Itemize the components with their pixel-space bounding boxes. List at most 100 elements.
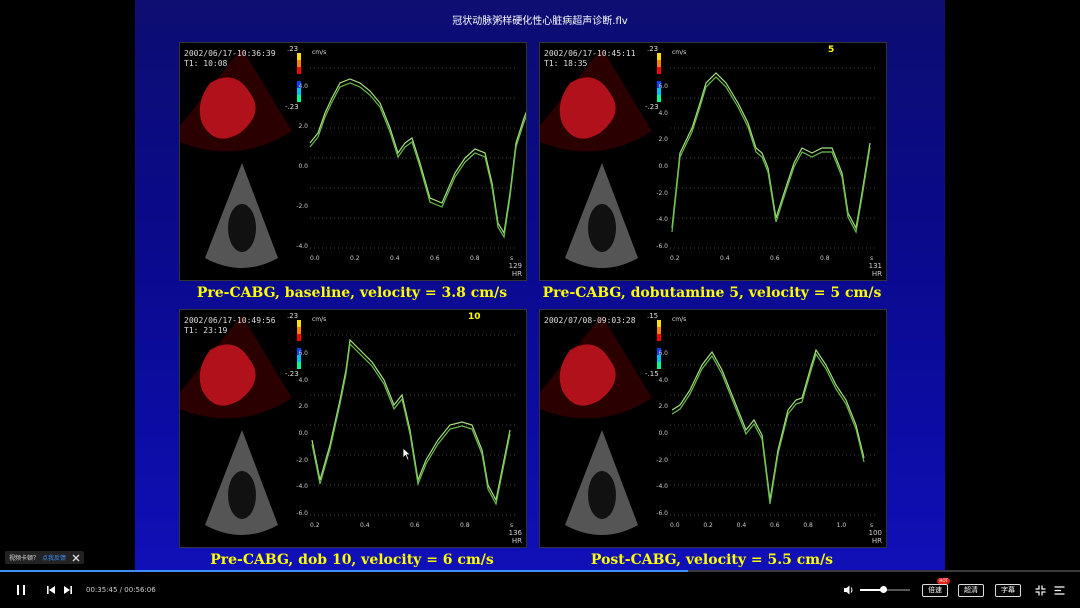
color-scale-segment	[657, 341, 661, 348]
mouse-cursor	[402, 447, 412, 461]
speed-label: 倍速	[922, 583, 948, 597]
color-scale-segment	[657, 327, 661, 334]
heart-rate-value: 136	[508, 529, 522, 537]
x-tick-label: 0.2	[670, 255, 680, 262]
heart-rate: 100 HR	[869, 529, 882, 545]
color-scale-segment	[297, 334, 301, 341]
color-scale-segment	[657, 53, 661, 60]
heart-rate-value: 129	[508, 262, 522, 270]
x-tick-label: 0.6	[770, 522, 780, 529]
pause-icon	[17, 585, 25, 595]
timestamp: 2002/06/17-10:49:56 T1: 23:19	[184, 316, 276, 335]
color-scale-segment	[657, 334, 661, 341]
x-tick-label: 0.8	[820, 255, 830, 262]
y-tick-label: -2.0	[296, 456, 308, 464]
velocity-trace	[311, 338, 511, 502]
subtitle-label: 字幕	[995, 583, 1021, 597]
current-time: 00:35:45	[86, 586, 118, 594]
scale-top-label: .23	[647, 45, 659, 53]
fullscreen-exit-button[interactable]	[1032, 572, 1048, 608]
ventricle-cavity	[588, 204, 616, 252]
heart-rate-unit: HR	[511, 270, 522, 278]
y-tick-label: 0.0	[298, 430, 308, 437]
previous-button[interactable]	[44, 572, 58, 608]
video-viewport[interactable]: 冠状动脉粥样硬化性心脏病超声诊断.flv 2002/06/17-10:36:39…	[0, 0, 1080, 570]
subtitle-button[interactable]: 字幕	[993, 572, 1023, 608]
ventricle-cavity	[588, 471, 616, 519]
y-tick-label: -2.0	[656, 189, 668, 197]
color-scale-segment	[657, 95, 661, 102]
speed-button[interactable]: 倍速 HOT	[920, 572, 950, 608]
y-tick-label: 4.0	[298, 83, 308, 90]
x-tick-label: 0.8	[803, 522, 813, 529]
color-scale-segment	[297, 327, 301, 334]
y-tick-label: -6.0	[656, 243, 668, 250]
color-scale-segment	[297, 341, 301, 348]
unit-label: cm/s	[312, 316, 327, 323]
stage-label: 5	[828, 45, 835, 55]
x-tick-label: 0.2	[350, 255, 360, 262]
timestamp: 2002/06/17-10:45:11 T1: 18:35	[544, 49, 636, 68]
timestamp: 2002/06/17-10:36:39 T1: 10:08	[184, 49, 276, 68]
panel-caption: Pre-CABG, dob 10, velocity = 6 cm/s	[210, 552, 494, 568]
y-tick-label: -4.0	[296, 243, 308, 250]
lag-feedback-toast: 视频卡顿？ 点我反馈	[5, 551, 85, 564]
color-scale-segment	[297, 95, 301, 102]
heart-rate: 136 HR	[509, 529, 522, 545]
color-scale-segment	[297, 60, 301, 67]
heart-rate-value: 100	[868, 529, 882, 537]
velocity-trace	[309, 78, 526, 235]
quality-button[interactable]: 超清	[956, 572, 986, 608]
y-tick-label: -2.0	[296, 203, 308, 210]
volume-knob[interactable]	[879, 586, 887, 593]
x-tick-label: 0.4	[720, 255, 730, 262]
echo-image	[540, 315, 875, 535]
x-tick-label: s	[870, 255, 874, 262]
color-scale-segment	[297, 53, 301, 60]
color-scale-segment	[657, 60, 661, 67]
hot-badge: HOT	[937, 578, 950, 584]
y-tick-label: -2.0	[656, 456, 668, 464]
x-tick-label: 0.4	[736, 522, 747, 529]
velocity-trace	[671, 72, 871, 230]
player-controls: 00:35:45 / 00:56:06 倍速 HOT 超清 字幕	[0, 572, 1080, 608]
x-tick-label: 0.0	[670, 522, 680, 529]
x-tick-label: s	[870, 522, 874, 529]
y-tick-label: 6.0	[658, 83, 668, 90]
x-tick-label: 0.6	[770, 255, 780, 262]
toast-text: 视频卡顿？	[9, 555, 40, 562]
heart-rate: 129 HR	[509, 262, 522, 278]
playlist-button[interactable]	[1051, 572, 1067, 608]
x-tick-label: 0.6	[410, 522, 420, 529]
panel-caption: Pre-CABG, baseline, velocity = 3.8 cm/s	[196, 285, 508, 301]
y-tick-label: 4.0	[658, 376, 668, 384]
close-icon[interactable]	[72, 554, 80, 562]
heart-rate-unit: HR	[511, 537, 522, 545]
heart-rate-unit: HR	[871, 270, 882, 278]
scale-top-label: .23	[287, 45, 299, 53]
time-display: 00:35:45 / 00:56:06	[86, 572, 156, 608]
feedback-link[interactable]: 点我反馈	[42, 553, 66, 562]
y-tick-label: 6.0	[658, 350, 668, 357]
next-icon	[64, 586, 72, 594]
echo-image	[180, 315, 515, 535]
next-button[interactable]	[61, 572, 75, 608]
volume-icon	[844, 585, 853, 595]
color-scale-segment	[297, 362, 301, 369]
echo-panel-dob-10: 2002/06/17-10:49:56 T1: 23:19.23 -.23 cm/s…	[179, 309, 527, 548]
heart-rate-value: 131	[868, 262, 882, 270]
y-tick-label: 0.0	[658, 163, 668, 170]
pause-button[interactable]	[10, 572, 32, 608]
volume-slider[interactable]	[860, 586, 910, 593]
echo-panel-post-cabg: 2002/07/08-09:03:28.15 -.15 cm/s 6.0 4.0 2.0 0…	[539, 309, 887, 548]
unit-label: cm/s	[672, 316, 687, 323]
color-scale-segment	[657, 67, 661, 74]
y-tick-label: -4.0	[656, 483, 668, 491]
x-tick-label: 0.4	[390, 255, 400, 262]
x-tick-label: 0.8	[470, 255, 480, 262]
y-tick-label: -4.0	[656, 216, 668, 224]
y-tick-label: -6.0	[656, 510, 668, 517]
volume-button[interactable]	[841, 572, 857, 608]
echo-image	[540, 48, 875, 268]
echo-panel-dobutamine-5: 2002/06/17-10:45:11 T1: 18:35.23 -.23 cm/s…	[539, 42, 887, 281]
